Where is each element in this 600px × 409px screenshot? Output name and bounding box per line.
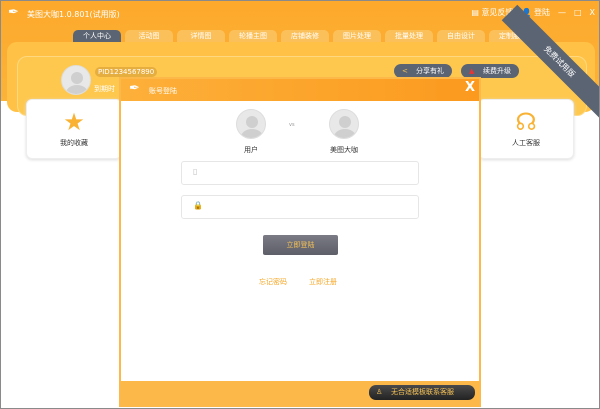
register-link[interactable]: 立即注册 bbox=[309, 277, 337, 287]
login-label: 登陆 bbox=[533, 8, 550, 17]
tab-image-process[interactable]: 图片处理 bbox=[333, 30, 381, 42]
tab-detail[interactable]: 详情图 bbox=[177, 30, 225, 42]
user-id: PID1234567890 bbox=[95, 67, 158, 77]
app-window: ✒ 美图大咖1.0.801(试用版) ▤ 意见反馈 👤 登陆 — □ X 个人中… bbox=[0, 0, 600, 409]
renew-button[interactable]: ▲ 续费升级 bbox=[461, 64, 519, 78]
share-label: 分享有礼 bbox=[416, 67, 444, 75]
tab-carousel[interactable]: 轮播主图 bbox=[229, 30, 277, 42]
favorites-label: 我的收藏 bbox=[60, 139, 88, 147]
login-dialog: ✒ 账号登陆 X 用户 vs 美图大咖 ▯ 🔒 立即登陆 忘记密码 立即注册 ♙… bbox=[119, 77, 481, 407]
login-button[interactable]: 立即登陆 bbox=[263, 235, 338, 255]
star-icon: ★ bbox=[63, 108, 85, 136]
renew-label: 续费升级 bbox=[483, 67, 511, 75]
dialog-header: ✒ 账号登陆 X bbox=[121, 79, 479, 101]
vs-label: vs bbox=[289, 122, 295, 128]
share-button[interactable]: < 分享有礼 bbox=[394, 64, 452, 78]
app-title: 美图大咖1.0.801(试用版) bbox=[27, 10, 120, 19]
tab-store-decor[interactable]: 店铺装修 bbox=[281, 30, 329, 42]
account-meitu-label: 美图大咖 bbox=[330, 146, 358, 154]
phone-input[interactable] bbox=[210, 165, 410, 181]
password-field[interactable]: 🔒 bbox=[181, 195, 419, 219]
dialog-title: 账号登陆 bbox=[149, 87, 177, 95]
share-icon: < bbox=[402, 67, 408, 75]
close-button[interactable]: X bbox=[590, 8, 595, 17]
lock-icon: 🔒 bbox=[193, 201, 203, 210]
feather-logo-icon: ✒ bbox=[8, 5, 19, 20]
tab-activity[interactable]: 活动图 bbox=[125, 30, 173, 42]
main-tabs: 个人中心 活动图 详情图 轮播主图 店铺装修 图片处理 批量处理 自由设计 定制… bbox=[73, 30, 537, 42]
minimize-button[interactable]: — bbox=[558, 8, 566, 17]
dialog-close-button[interactable]: X bbox=[465, 80, 475, 95]
forgot-password-link[interactable]: 忘记密码 bbox=[259, 277, 287, 287]
account-user[interactable]: 用户 bbox=[221, 109, 281, 155]
favorites-card[interactable]: ★ 我的收藏 bbox=[26, 99, 122, 159]
tab-free-design[interactable]: 自由设计 bbox=[437, 30, 485, 42]
tab-batch[interactable]: 批量处理 bbox=[385, 30, 433, 42]
dialog-footer: ♙ 无合适模板联系客服 bbox=[121, 381, 479, 405]
feather-icon: ✒ bbox=[129, 81, 140, 96]
tab-personal-center[interactable]: 个人中心 bbox=[73, 30, 121, 42]
account-user-label: 用户 bbox=[244, 146, 258, 154]
headset-icon: ☊ bbox=[515, 108, 537, 136]
service-label: 人工客服 bbox=[512, 139, 540, 147]
contact-service-button[interactable]: ♙ 无合适模板联系客服 bbox=[369, 385, 475, 400]
meitu-avatar-icon bbox=[329, 109, 359, 139]
password-input[interactable] bbox=[210, 199, 410, 215]
maximize-button[interactable]: □ bbox=[574, 8, 582, 17]
account-meitu[interactable]: 美图大咖 bbox=[314, 109, 374, 155]
contact-label: 无合适模板联系客服 bbox=[391, 388, 454, 396]
qq-icon: ♙ bbox=[376, 388, 383, 396]
service-card[interactable]: ☊ 人工客服 bbox=[478, 99, 574, 159]
expire-text: 到期时 bbox=[94, 85, 115, 93]
user-avatar[interactable] bbox=[61, 65, 91, 95]
upgrade-icon: ▲ bbox=[469, 67, 475, 75]
user-avatar-icon bbox=[236, 109, 266, 139]
phone-icon: ▯ bbox=[193, 167, 198, 176]
phone-field[interactable]: ▯ bbox=[181, 161, 419, 185]
